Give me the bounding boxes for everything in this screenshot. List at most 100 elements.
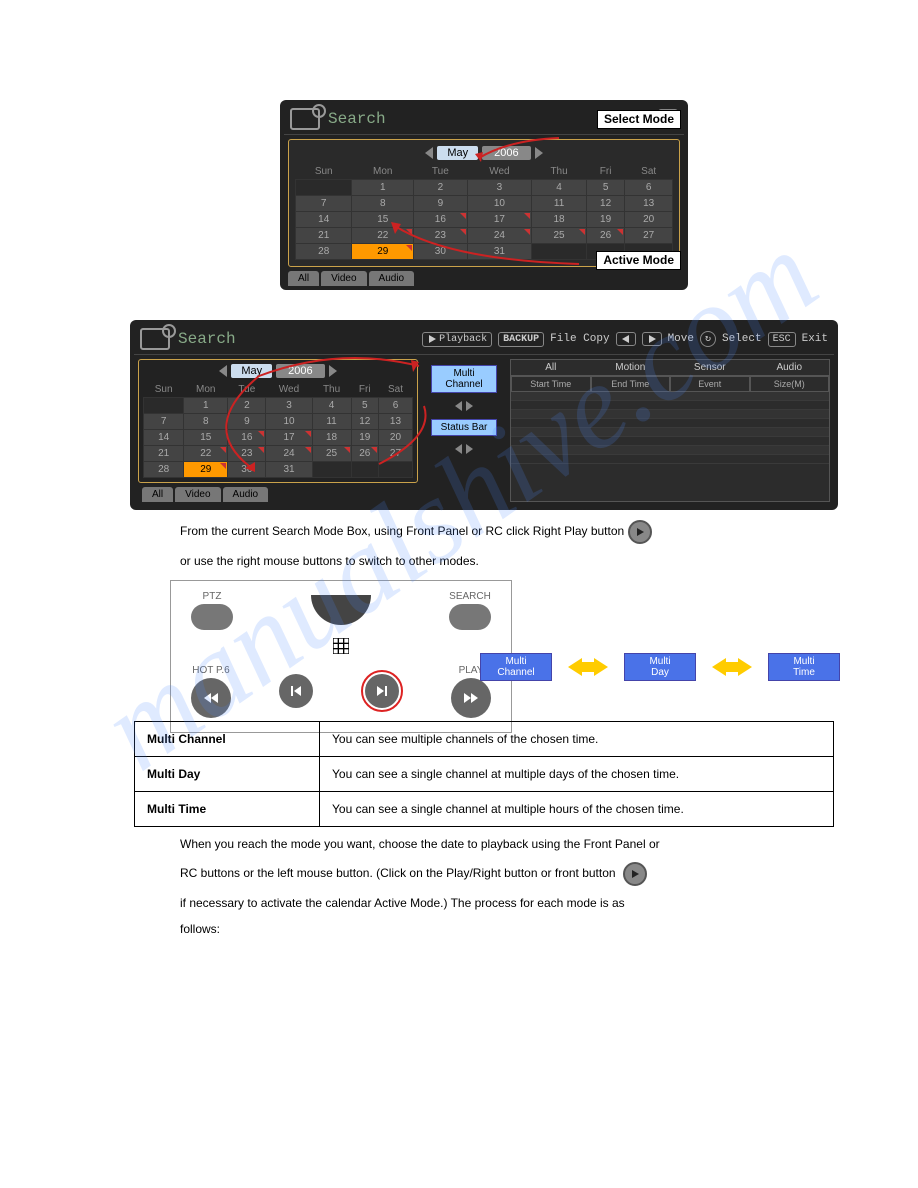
calendar-day[interactable]: 12 [351, 414, 378, 430]
move-next[interactable] [642, 332, 662, 346]
move-prev[interactable] [616, 332, 636, 346]
calendar-day[interactable]: 26 [351, 446, 378, 462]
calendar-day[interactable]: 31 [467, 244, 532, 260]
calendar-day[interactable]: 9 [414, 196, 468, 212]
calendar-day[interactable]: 31 [266, 462, 312, 478]
calendar-day[interactable]: 28 [144, 462, 184, 478]
calendar-day[interactable]: 17 [266, 430, 312, 446]
calendar-day[interactable]: 23 [228, 446, 266, 462]
calendar-day[interactable]: 21 [296, 228, 352, 244]
calendar-day[interactable]: 29 [184, 462, 228, 478]
calendar-day[interactable]: 1 [352, 180, 414, 196]
calendar[interactable]: SunMonTueWedThuFriSat 123456789101112131… [295, 164, 673, 260]
calendar-day[interactable] [144, 398, 184, 414]
select-button[interactable]: ↻ [700, 331, 716, 347]
year-label[interactable]: 2006 [276, 364, 324, 378]
filter-tab[interactable]: All [142, 487, 173, 502]
calendar-day[interactable]: 12 [586, 196, 624, 212]
nav-right[interactable] [466, 444, 473, 454]
calendar-day[interactable]: 19 [351, 430, 378, 446]
calendar-day[interactable]: 26 [586, 228, 624, 244]
calendar-day[interactable]: 8 [352, 196, 414, 212]
nav-left[interactable] [455, 444, 462, 454]
grid-icon[interactable] [333, 638, 349, 657]
calendar-day[interactable]: 8 [184, 414, 228, 430]
calendar-day[interactable]: 15 [184, 430, 228, 446]
calendar-day[interactable]: 4 [312, 398, 351, 414]
play-button-circled[interactable] [361, 670, 403, 712]
nav-left[interactable] [455, 401, 462, 411]
calendar-day[interactable]: 7 [296, 196, 352, 212]
calendar-day[interactable]: 18 [532, 212, 587, 228]
calendar-day[interactable]: 14 [296, 212, 352, 228]
search-button[interactable] [449, 604, 491, 630]
filter-tab[interactable]: Audio [223, 487, 269, 502]
calendar-day[interactable]: 19 [586, 212, 624, 228]
calendar-day[interactable]: 30 [228, 462, 266, 478]
calendar-day[interactable]: 25 [532, 228, 587, 244]
status-bar-button[interactable]: Status Bar [431, 419, 497, 436]
calendar-day[interactable] [532, 244, 587, 260]
calendar-day[interactable]: 25 [312, 446, 351, 462]
calendar-day[interactable]: 14 [144, 430, 184, 446]
nav-right[interactable] [466, 401, 473, 411]
calendar-day[interactable] [312, 462, 351, 478]
calendar-day[interactable]: 28 [296, 244, 352, 260]
event-tab[interactable]: Sensor [670, 360, 750, 376]
down-button[interactable] [311, 595, 371, 625]
rewind-button[interactable] [191, 678, 231, 718]
calendar-day[interactable]: 7 [144, 414, 184, 430]
calendar-day[interactable]: 13 [378, 414, 412, 430]
month-label[interactable]: May [437, 146, 478, 160]
calendar-day[interactable]: 2 [414, 180, 468, 196]
calendar-day[interactable]: 16 [228, 430, 266, 446]
event-tab[interactable]: Audio [750, 360, 830, 376]
filter-tab[interactable]: Video [175, 487, 220, 502]
calendar-day[interactable]: 17 [467, 212, 532, 228]
calendar-day[interactable]: 27 [625, 228, 673, 244]
filter-tab[interactable]: All [288, 271, 319, 286]
calendar-day[interactable]: 30 [414, 244, 468, 260]
event-tab[interactable]: Motion [591, 360, 671, 376]
calendar-day[interactable] [296, 180, 352, 196]
calendar-day[interactable]: 15 [352, 212, 414, 228]
calendar-day[interactable]: 5 [351, 398, 378, 414]
calendar[interactable]: SunMonTueWedThuFriSat 123456789101112131… [143, 382, 413, 478]
calendar-day[interactable]: 1 [184, 398, 228, 414]
calendar-day[interactable]: 10 [467, 196, 532, 212]
year-label[interactable]: 2006 [482, 146, 530, 160]
calendar-day[interactable]: 11 [312, 414, 351, 430]
event-tab[interactable]: All [511, 360, 591, 376]
month-prev[interactable] [219, 365, 227, 377]
calendar-day[interactable]: 29 [352, 244, 414, 260]
calendar-day[interactable]: 6 [378, 398, 412, 414]
ptz-button[interactable] [191, 604, 233, 630]
filter-tab[interactable]: Video [321, 271, 366, 286]
calendar-day[interactable]: 9 [228, 414, 266, 430]
month-next[interactable] [329, 365, 337, 377]
esc-button[interactable]: ESC [768, 332, 796, 347]
calendar-day[interactable]: 5 [586, 180, 624, 196]
calendar-day[interactable]: 11 [532, 196, 587, 212]
calendar-day[interactable]: 27 [378, 446, 412, 462]
backup-button[interactable]: BACKUP [498, 332, 544, 347]
calendar-day[interactable]: 4 [532, 180, 587, 196]
multi-channel-button[interactable]: Multi Channel [431, 365, 497, 393]
calendar-day[interactable]: 10 [266, 414, 312, 430]
month-next[interactable] [535, 147, 543, 159]
calendar-day[interactable]: 21 [144, 446, 184, 462]
calendar-day[interactable]: 20 [625, 212, 673, 228]
month-label[interactable]: May [231, 364, 272, 378]
step-back-button[interactable] [279, 674, 313, 708]
calendar-day[interactable]: 22 [352, 228, 414, 244]
calendar-day[interactable] [378, 462, 412, 478]
calendar-day[interactable]: 23 [414, 228, 468, 244]
calendar-day[interactable] [351, 462, 378, 478]
calendar-day[interactable]: 13 [625, 196, 673, 212]
calendar-day[interactable]: 3 [467, 180, 532, 196]
calendar-day[interactable]: 3 [266, 398, 312, 414]
calendar-day[interactable]: 16 [414, 212, 468, 228]
filter-tab[interactable]: Audio [369, 271, 415, 286]
calendar-day[interactable]: 20 [378, 430, 412, 446]
calendar-day[interactable]: 24 [467, 228, 532, 244]
